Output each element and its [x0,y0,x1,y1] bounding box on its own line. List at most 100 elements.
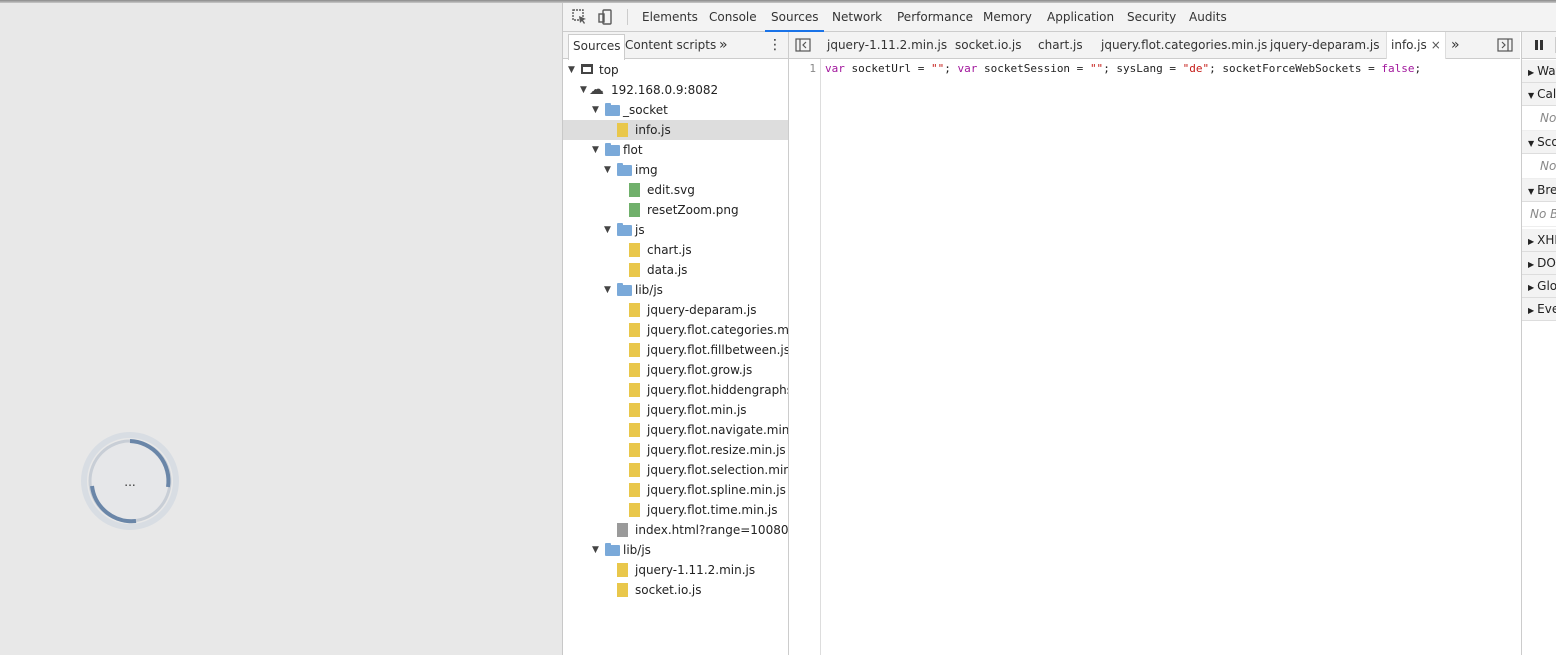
js-file-icon [629,463,640,477]
code-keyword: false [1381,62,1415,75]
toggle-debugger-icon[interactable] [1497,32,1513,58]
code-string: "" [1089,62,1104,75]
expand-arrow-icon[interactable]: ▼ [604,280,614,300]
tab-application[interactable]: Application [1041,3,1120,31]
tree-item-label: jquery.flot.hiddengraphs.js [647,383,788,397]
line-gutter[interactable]: 1 [789,59,821,655]
expand-arrow-icon[interactable]: ▼ [568,60,578,80]
navigator-tab-content-scripts[interactable]: Content scripts [625,32,716,58]
expand-arrow-icon[interactable]: ▼ [604,220,614,240]
js-file-icon [629,303,640,317]
tree-item-file[interactable]: jquery.flot.selection.min.js [563,460,788,480]
toolbar-separator [627,9,628,25]
editor-tab[interactable]: chart.js [1038,32,1083,58]
pause-icon[interactable] [1534,39,1544,54]
expand-arrow-icon[interactable]: ▼ [592,540,602,560]
tree-item-file[interactable]: jquery.flot.fillbetween.js [563,340,788,360]
more-tabs-icon[interactable]: » [1451,32,1460,58]
navigator-tab-sources[interactable]: Sources [568,34,626,60]
js-file-icon [617,583,628,597]
inspect-element-icon[interactable] [571,8,589,26]
navigator-more-tabs-icon[interactable]: » [719,32,728,58]
toggle-navigator-icon[interactable] [795,32,811,58]
editor-tab-active[interactable]: info.js × [1386,32,1446,59]
tree-item-file[interactable]: resetZoom.png [563,200,788,220]
tree-item-file[interactable]: jquery.flot.min.js [563,400,788,420]
tree-item-label: flot [623,143,643,157]
editor-tab[interactable]: jquery-deparam.js [1270,32,1379,58]
close-tab-icon[interactable]: × [1431,38,1441,52]
tree-item-folder[interactable]: ▼ lib/js [563,280,788,300]
js-file-icon [629,403,640,417]
editor-tab[interactable]: jquery-1.11.2.min.js [827,32,947,58]
tab-performance[interactable]: Performance [891,3,979,31]
device-toolbar-icon[interactable] [597,8,615,26]
tab-sources[interactable]: Sources [765,3,825,32]
devtools-main-toolbar: Elements Console Sources Network Perform… [563,3,1556,32]
tree-item-file[interactable]: edit.svg [563,180,788,200]
pane-dom-breakpoints[interactable]: ▶DOM Breakpoints [1522,252,1556,275]
tree-item-label: jquery.flot.resize.min.js [647,443,786,457]
tree-item-label: jquery.flot.min.js [647,403,747,417]
tree-item-label: lib/js [623,543,651,557]
tree-item-file[interactable]: jquery.flot.resize.min.js [563,440,788,460]
js-file-icon [617,563,628,577]
tree-item-file[interactable]: jquery.flot.navigate.min.js [563,420,788,440]
tree-item-file[interactable]: jquery.flot.grow.js [563,360,788,380]
pane-xhr-breakpoints[interactable]: ▶XHR/fetch Breakpoints [1522,229,1556,252]
sources-navigator: Sources Content scripts » ⋮ ▼ top ▼ ☁ 19… [563,32,789,655]
tree-item-file[interactable]: data.js [563,260,788,280]
tree-item-file[interactable]: jquery.flot.spline.min.js [563,480,788,500]
tree-item-label: chart.js [647,243,692,257]
tree-item-folder[interactable]: ▼ _socket [563,100,788,120]
code-text: socketSession = [977,62,1090,75]
collapsed-arrow-icon: ▶ [1528,283,1535,292]
image-file-icon [629,203,640,217]
code-text: ; sysLang = [1103,62,1183,75]
tree-item-label: jquery.flot.spline.min.js [647,483,786,497]
expand-arrow-icon[interactable]: ▼ [592,140,602,160]
tab-security[interactable]: Security [1121,3,1182,31]
tab-console[interactable]: Console [703,3,763,31]
navigator-menu-icon[interactable]: ⋮ [768,32,782,58]
tree-item-file[interactable]: jquery.flot.hiddengraphs.js [563,380,788,400]
pane-watch[interactable]: ▶Watch [1522,60,1556,83]
tab-memory[interactable]: Memory [977,3,1038,31]
expand-arrow-icon[interactable]: ▼ [604,160,614,180]
code-line[interactable]: var socketUrl = ""; var socketSession = … [825,62,1421,75]
tree-item-file[interactable]: jquery-1.11.2.min.js [563,560,788,580]
cloud-icon: ☁ [589,80,604,98]
tree-item-file[interactable]: index.html?range=10080&zoom [563,520,788,540]
pane-call-stack[interactable]: ▼Call Stack [1522,83,1556,106]
tree-item-file[interactable]: chart.js [563,240,788,260]
source-editor: jquery-1.11.2.min.js socket.io.js chart.… [789,32,1520,655]
tree-item-file[interactable]: jquery-deparam.js [563,300,788,320]
tree-item-top[interactable]: ▼ top [563,60,788,80]
tab-network[interactable]: Network [826,3,888,31]
tree-item-host[interactable]: ▼ ☁ 192.168.0.9:8082 [563,80,788,100]
pane-global-listeners[interactable]: ▶Global Listeners [1522,275,1556,298]
folder-icon [605,543,620,556]
pane-breakpoints[interactable]: ▼Breakpoints [1522,179,1556,202]
tab-elements[interactable]: Elements [636,3,704,31]
collapsed-arrow-icon: ▶ [1528,68,1535,77]
tab-audits[interactable]: Audits [1183,3,1233,31]
tree-item-file[interactable]: socket.io.js [563,580,788,600]
tree-item-folder[interactable]: ▼ img [563,160,788,180]
expand-arrow-icon[interactable]: ▼ [592,100,602,120]
tree-item-folder[interactable]: ▼ lib/js [563,540,788,560]
tree-item-file[interactable]: jquery.flot.time.min.js [563,500,788,520]
pane-title: Watch [1537,64,1556,78]
tree-item-file-selected[interactable]: info.js [563,120,788,140]
line-number[interactable]: 1 [789,62,816,75]
editor-tab[interactable]: socket.io.js [955,32,1021,58]
tree-item-folder[interactable]: ▼ flot [563,140,788,160]
code-keyword: var [957,62,978,75]
tree-item-label: jquery.flot.selection.min.js [647,463,789,477]
tree-item-folder[interactable]: ▼ js [563,220,788,240]
editor-tab[interactable]: jquery.flot.categories.min.js [1101,32,1267,58]
pane-scope[interactable]: ▼Scope [1522,131,1556,154]
tree-item-file[interactable]: jquery.flot.categories.min.js [563,320,788,340]
js-file-icon [629,323,640,337]
pane-event-listener-breakpoints[interactable]: ▶Event Listener Breakpoints [1522,298,1556,321]
